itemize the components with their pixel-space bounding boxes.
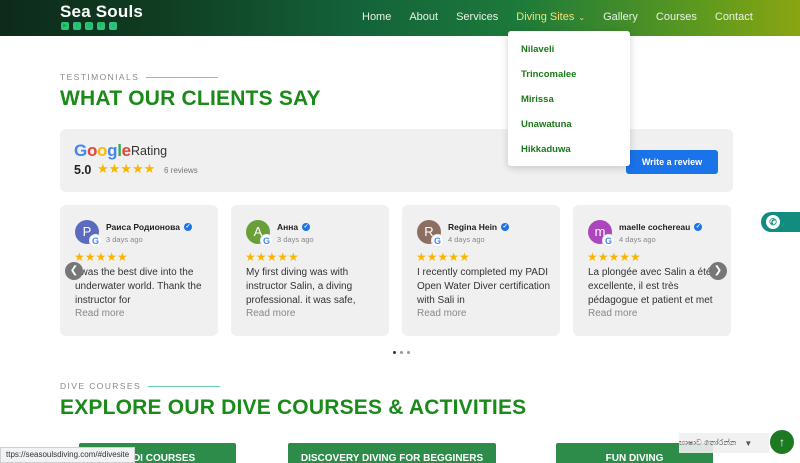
google-rating-box: Google Rating 5.0 ★★★★★ 6 reviews Write … [60,129,733,192]
nav-contact[interactable]: Contact [715,11,753,23]
testimonials-title: WHAT OUR CLIENTS SAY [60,87,321,110]
verified-icon: ✓ [183,223,192,231]
rating-score: 5.0 [74,163,92,177]
testimonials-eyebrow-text: TESTIMONIALS [60,72,140,82]
browser-status-url: ttps://seasoulsdiving.com/#divesite [0,447,136,463]
nav-diving-sites[interactable]: Diving Sites ⌄ [516,11,585,23]
review-count[interactable]: 6 reviews [164,166,198,175]
review-stars: ★★★★★ [416,250,470,264]
reviewer-name-text: maelle cochereau [619,222,691,232]
google-logo: Google [74,141,131,160]
rating-label: Rating [131,144,168,158]
write-review-button[interactable]: Write a review [626,150,718,174]
review-stars: ★★★★★ [587,250,641,264]
carousel-dot[interactable] [400,351,403,354]
google-badge-icon: G [431,234,444,247]
reviewer-name: Regina Hein ✓ [448,222,510,232]
review-date: 3 days ago [106,235,143,244]
carousel-next-button[interactable]: ❯ [709,262,727,280]
carousel-prev-button[interactable]: ❮ [65,262,83,280]
eyebrow-divider [148,385,221,387]
whatsapp-icon[interactable]: ✆ [97,22,105,30]
courses-eyebrow-text: DIVE COURSES [60,381,142,391]
google-badge-icon: G [89,234,102,247]
chevron-down-icon: ⌄ [578,12,586,22]
dropdown-item-hikkaduwa[interactable]: Hikkaduwa [508,137,630,162]
reviewer-name: maelle cochereau ✓ [619,222,703,232]
dropdown-item-mirissa[interactable]: Mirissa [508,87,630,112]
review-text: I was the best dive into the underwater … [75,267,202,306]
youtube-icon[interactable]: ▶ [61,22,69,30]
review-card: R G Regina Hein ✓ 4 days ago ★★★★★ I rec… [402,205,560,336]
carousel-pagination [393,351,410,354]
review-date: 4 days ago [448,235,485,244]
language-label: භාෂාව තෝරන්න [679,438,737,447]
rating-stars: ★★★★★ [97,161,156,176]
dropdown-item-unawatuna[interactable]: Unawatuna [508,112,630,137]
dropdown-item-nilaveli[interactable]: Nilaveli [508,37,630,62]
google-badge-icon: G [602,234,615,247]
review-text: My first diving was with instructor Sali… [246,267,356,306]
caret-down-icon: ▼ [744,438,753,448]
courses-eyebrow: DIVE COURSES [60,381,221,391]
read-more-link[interactable]: Read more [417,308,466,319]
review-text: I recently completed my PADI Open Water … [417,267,551,306]
reviewer-name-text: Раиса Родионова [106,222,180,232]
facebook-icon[interactable]: f [73,22,81,30]
verified-icon: ✓ [694,223,703,231]
nav-diving-sites-label: Diving Sites [516,11,575,23]
review-text: La plongée avec Salin a été excellente, … [588,267,713,306]
read-more-link[interactable]: Read more [246,308,295,319]
reviewer-name-text: Анна [277,222,299,232]
reviewer-name: Раиса Родионова ✓ [106,222,192,232]
back-to-top-button[interactable]: ↑ [770,430,794,454]
review-card: P G Раиса Родионова ✓ 3 days ago ★★★★★ I… [60,205,218,336]
social-links: ▶ f ◎ ✆ ♪ [61,22,117,30]
nav-courses[interactable]: Courses [656,11,697,23]
reviewer-name-text: Regina Hein [448,222,498,232]
nav-about[interactable]: About [409,11,438,23]
eyebrow-divider [146,76,219,78]
instagram-icon[interactable]: ◎ [85,22,93,30]
main-nav: Home About Services Diving Sites ⌄ Galle… [362,11,771,23]
carousel-dot[interactable] [407,351,410,354]
tiktok-icon[interactable]: ♪ [109,22,117,30]
review-date: 4 days ago [619,235,656,244]
diving-sites-dropdown: Nilaveli Trincomalee Mirissa Unawatuna H… [508,31,630,166]
nav-gallery[interactable]: Gallery [603,11,638,23]
carousel-dot[interactable] [393,351,396,354]
language-selector[interactable]: භාෂාව තෝරන්න ▼ [679,433,769,453]
read-more-link[interactable]: Read more [588,308,637,319]
nav-services[interactable]: Services [456,11,498,23]
arrow-up-icon: ↑ [779,435,785,449]
review-card: A G Анна ✓ 3 days ago ★★★★★ My first div… [231,205,389,336]
review-stars: ★★★★★ [74,250,128,264]
dropdown-item-trincomalee[interactable]: Trincomalee [508,62,630,87]
nav-home[interactable]: Home [362,11,391,23]
whatsapp-icon: ✆ [766,215,780,229]
google-badge-icon: G [260,234,273,247]
discovery-diving-button[interactable]: DISCOVERY DIVING FOR BEGGINERS [288,443,496,463]
verified-icon: ✓ [501,223,510,231]
testimonials-eyebrow: TESTIMONIALS [60,72,219,82]
reviewer-name: Анна ✓ [277,222,311,232]
whatsapp-float-button[interactable]: ✆ [761,212,800,232]
verified-icon: ✓ [302,223,311,231]
brand-logo[interactable]: Sea Souls [60,2,143,22]
courses-title: EXPLORE OUR DIVE COURSES & ACTIVITIES [60,396,527,419]
review-stars: ★★★★★ [245,250,299,264]
review-date: 3 days ago [277,235,314,244]
site-header: Sea Souls ▶ f ◎ ✆ ♪ Home About Services … [0,0,800,36]
review-card: m G maelle cochereau ✓ 4 days ago ★★★★★ … [573,205,731,336]
read-more-link[interactable]: Read more [75,308,124,319]
